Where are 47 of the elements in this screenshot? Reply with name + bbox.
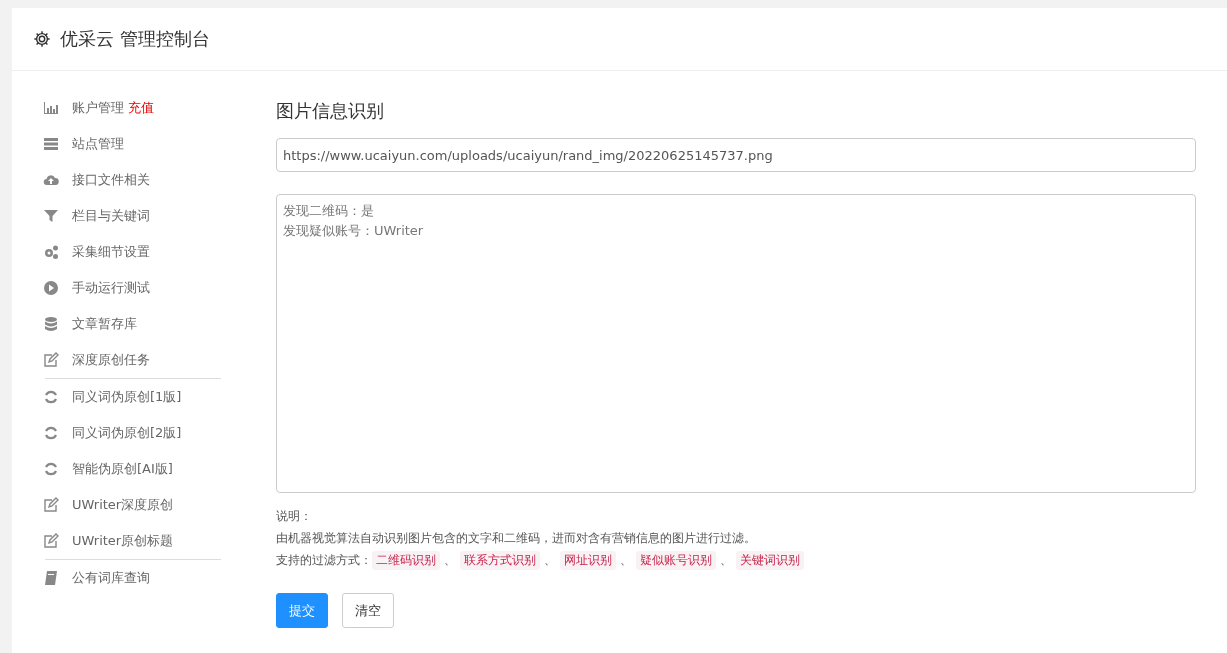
console-title: 优采云 管理控制台 [60,27,210,51]
sidebar-item[interactable]: 采集细节设置 [43,234,253,270]
sidebar-item[interactable]: UWriter原创标题 [43,523,253,559]
sidebar-item[interactable]: 公有词库查询 [43,560,253,596]
filter-icon [43,208,59,224]
note-text: 由机器视觉算法自动识别图片包含的文字和二维码，进而对含有营销信息的图片进行过滤。 [276,530,757,547]
filter-tag: 关键词识别 [736,550,804,570]
filter-tag: 网址识别 [560,550,616,570]
sidebar-item[interactable]: 账户管理 充值 [43,90,253,126]
filter-tag: 二维码识别 [372,550,440,570]
clear-button[interactable]: 清空 [342,593,394,628]
sidebar-item[interactable]: 站点管理 [43,126,253,162]
edit-icon [43,533,59,549]
refresh-icon [43,425,59,441]
filter-tag: 疑似账号识别 [636,550,716,570]
separator-mark: 、 [543,551,557,569]
sidebar-item[interactable]: 同义词伪原创[1版] [43,379,253,415]
url-input-field[interactable]: https://www.ucaiyun.com/uploads/ucaiyun/rand_img/20220625145737.png [276,138,1196,172]
play-icon [43,280,59,296]
filter-tag: 联系方式识别 [460,550,540,570]
sidebar-item[interactable]: 手动运行测试 [43,270,253,306]
gears-icon [43,244,59,260]
settings-icon [33,30,51,48]
database-icon [43,316,59,332]
server-icon [43,136,59,152]
filter-methods-label: 支持的过滤方式： [276,552,372,569]
sidebar-item[interactable]: 深度原创任务 [43,342,253,378]
cloud-upload-icon [43,172,59,188]
result-text-field[interactable]: 发现二维码：是 发现疑似账号：UWriter [276,194,1196,493]
sidebar-item[interactable]: 智能伪原创[AI版] [43,451,253,487]
sidebar-item[interactable]: 同义词伪原创[2版] [43,415,253,451]
note-label: 说明： [276,508,313,525]
separator-mark: 、 [443,551,457,569]
refresh-icon [43,461,59,477]
separator-mark: 、 [619,551,633,569]
refresh-icon [43,389,59,405]
edit-icon [43,352,59,368]
separator-mark: 、 [719,551,733,569]
section-title: 图片信息识别 [276,99,385,123]
book-icon [43,570,59,586]
bar-chart-icon [43,100,59,116]
submit-button[interactable]: 提交 [276,593,328,628]
edit-icon [43,497,59,513]
sidebar-item[interactable]: 文章暂存库 [43,306,253,342]
sidebar-item[interactable]: UWriter深度原创 [43,487,253,523]
sidebar-item[interactable]: 接口文件相关 [43,162,253,198]
sidebar-item[interactable]: 栏目与关键词 [43,198,253,234]
